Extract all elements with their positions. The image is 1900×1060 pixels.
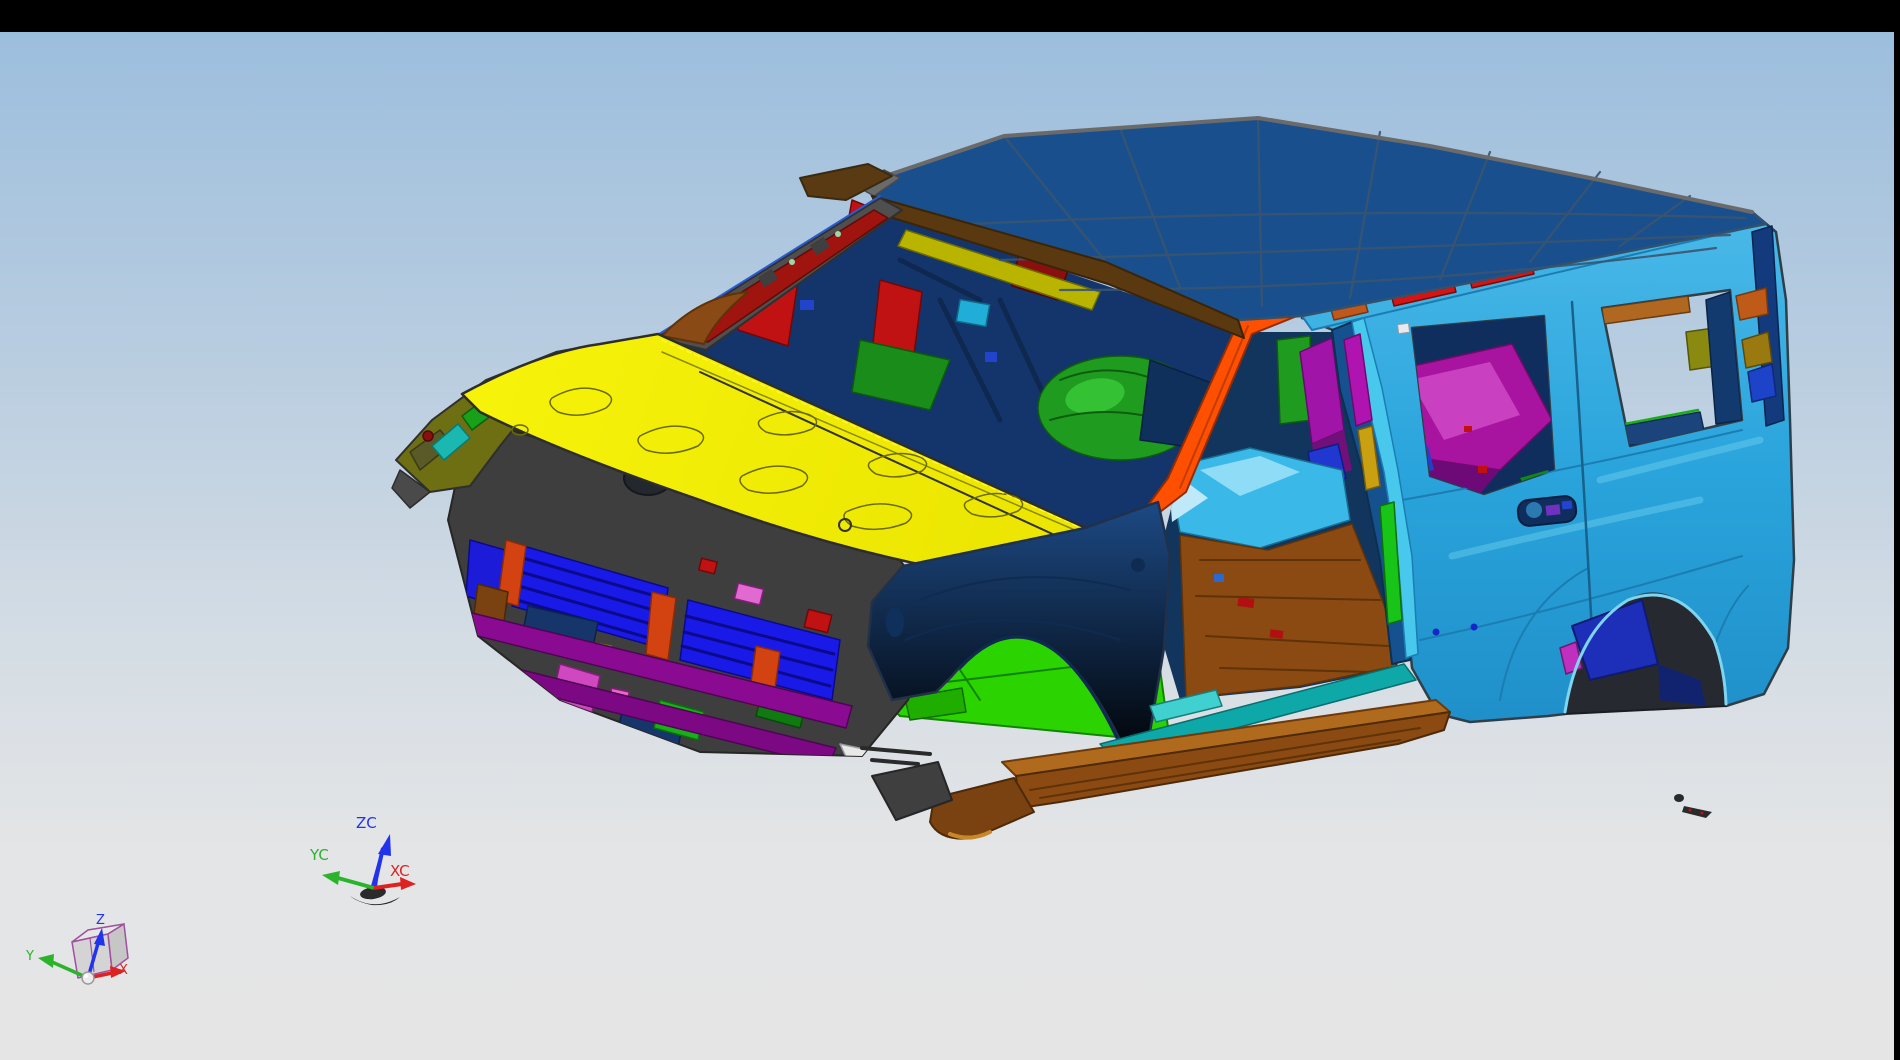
view-origin-highlight	[84, 974, 88, 978]
view-x-label: X	[119, 963, 128, 978]
wcs-z-label: ZC	[356, 814, 377, 832]
top-bar	[0, 0, 1900, 32]
right-bar	[1894, 0, 1900, 1060]
view-y-label: Y	[25, 949, 34, 964]
view-origin-sphere	[82, 972, 94, 984]
model-door-handle	[1517, 495, 1577, 527]
cad-3d-viewport[interactable]: ZC YC XC Z Y X	[0, 0, 1900, 1060]
application-window: ZC YC XC Z Y X	[0, 0, 1900, 1060]
wcs-x-label: XC	[390, 862, 410, 880]
wcs-y-label: YC	[309, 846, 329, 864]
view-z-label: Z	[96, 913, 105, 928]
